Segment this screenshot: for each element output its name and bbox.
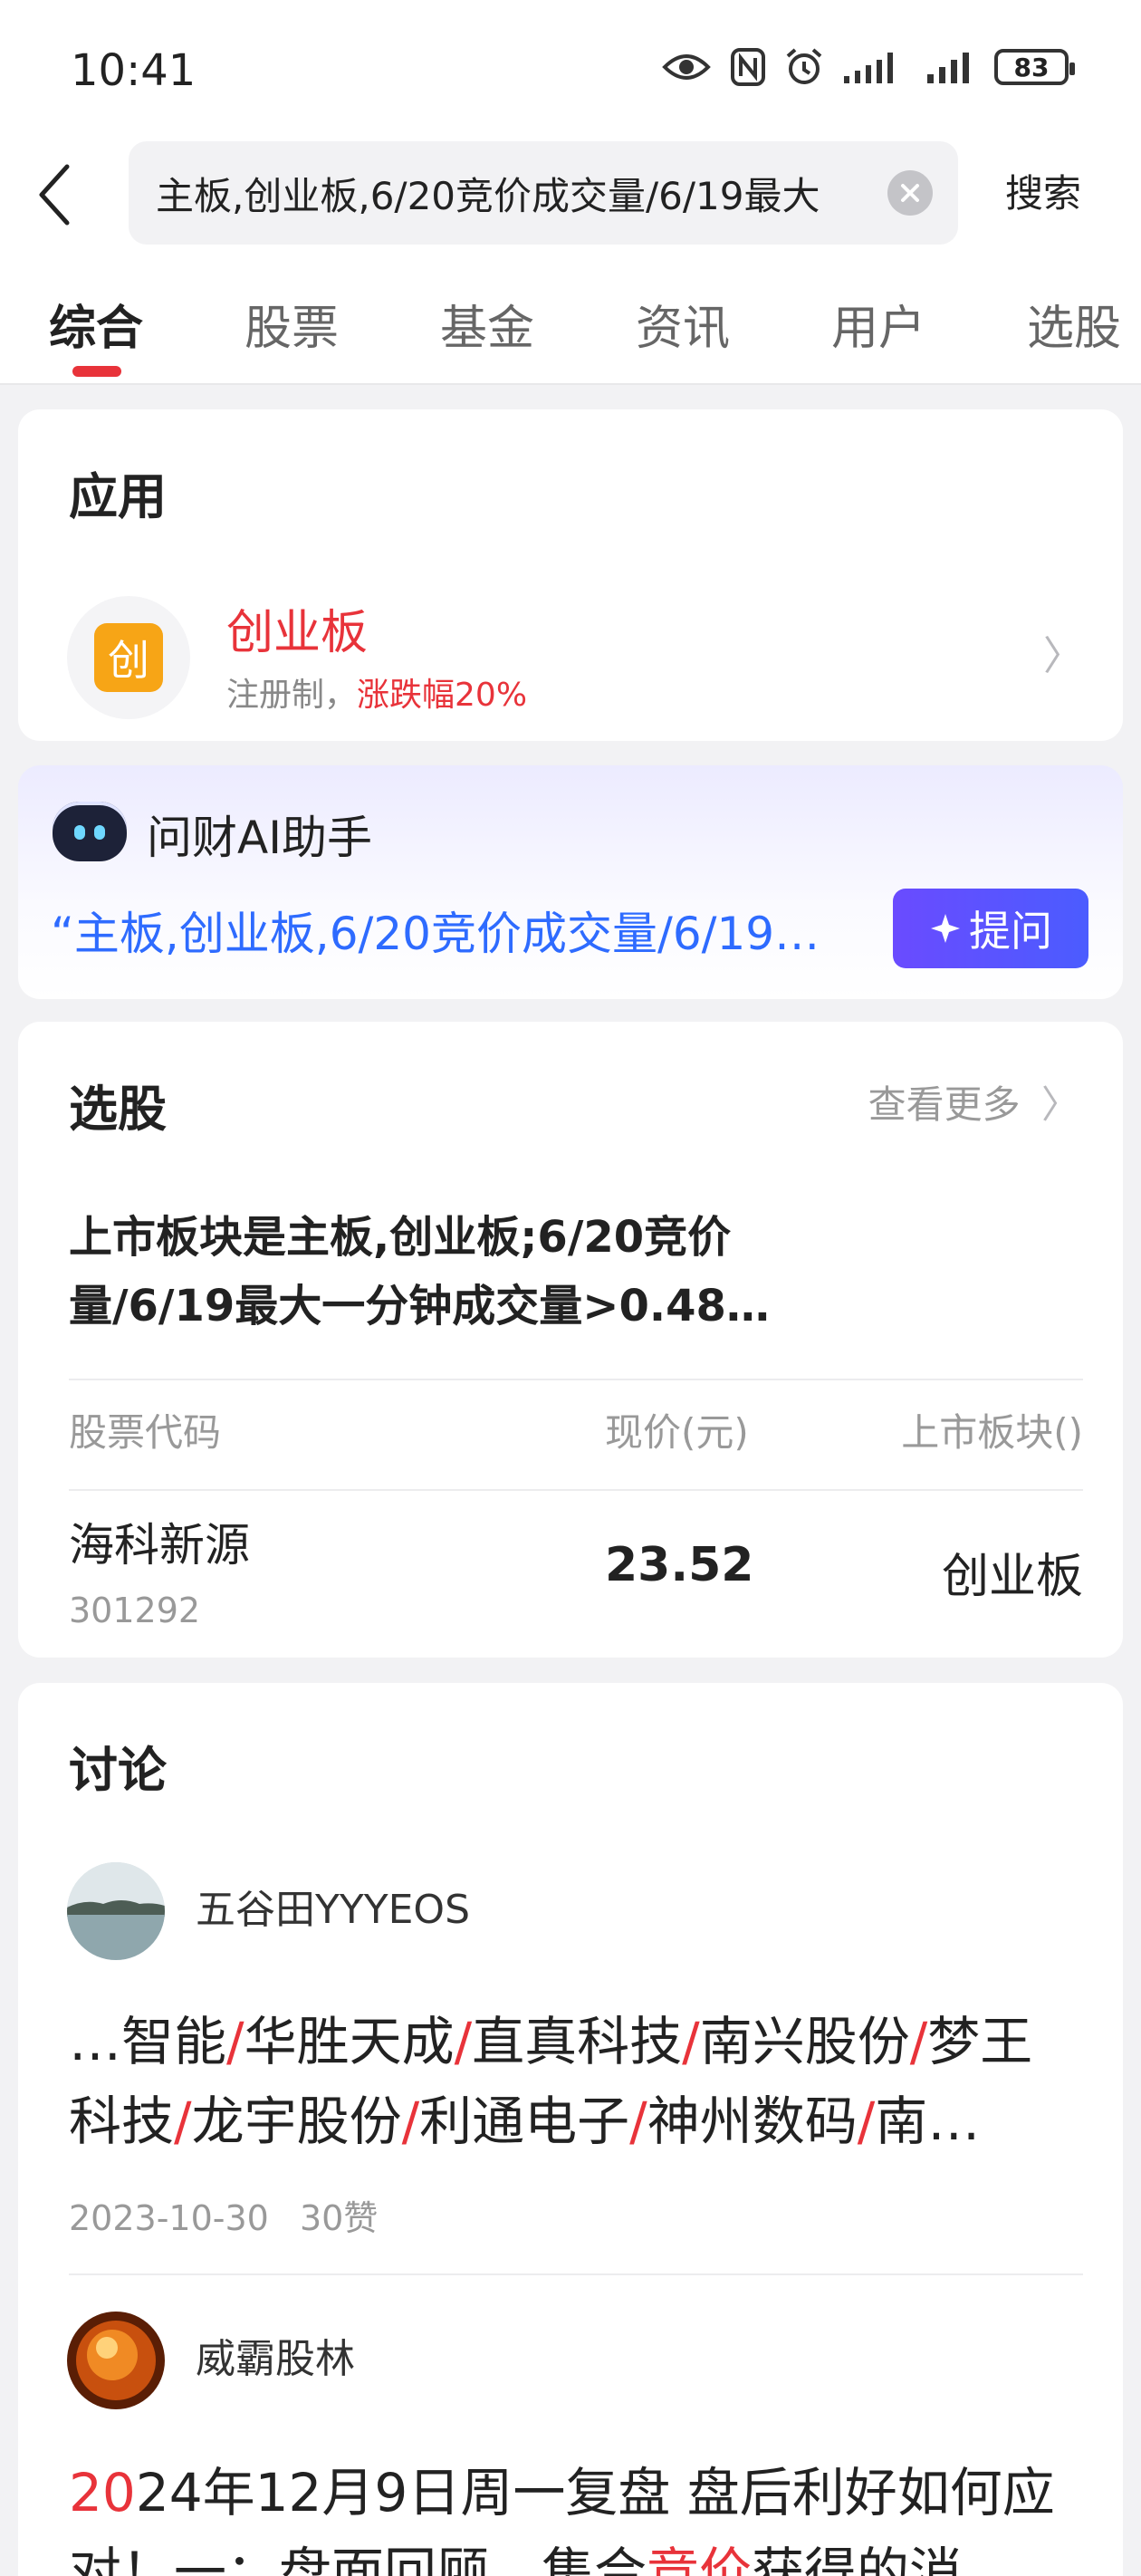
column-header-price: 现价(元) — [605, 1410, 749, 1455]
status-icons: 83 — [661, 47, 1075, 87]
tab-stock-picker[interactable]: 选股 — [1027, 290, 1121, 358]
chevron-left-icon — [39, 164, 70, 226]
discussion-card: 讨论 五谷田YYYEOS …智能/华胜天成/直真科技/南兴股份/梦王 科技/龙宇… — [18, 1683, 1123, 2576]
nfc-icon — [730, 47, 766, 87]
eye-icon — [661, 49, 712, 85]
status-bar: 10:41 83 — [0, 0, 1141, 136]
stock-code: 301292 — [69, 1591, 201, 1630]
tab-funds[interactable]: 基金 — [440, 290, 534, 358]
apps-card: 应用 创 创业板 注册制，涨跌幅20% 〉 — [18, 409, 1123, 741]
post-content: …智能/华胜天成/直真科技/南兴股份/梦王 科技/龙宇股份/利通电子/神州数码/… — [69, 2002, 1092, 2161]
alarm-icon — [784, 47, 824, 87]
avatar[interactable] — [67, 1862, 165, 1960]
apps-section-title: 应用 — [69, 468, 167, 525]
robot-icon — [53, 802, 127, 861]
tab-general[interactable]: 综合 — [49, 290, 143, 358]
column-header-board: 上市板块() — [901, 1410, 1083, 1455]
search-input[interactable]: 主板,创业板,6/20竞价成交量/6/19最大 — [156, 166, 862, 221]
chinext-app-icon: 创 — [94, 623, 163, 692]
view-more-label: 查看更多 — [868, 1082, 1021, 1127]
view-more-link[interactable]: 查看更多 〉 — [868, 1074, 1079, 1129]
clear-button[interactable] — [887, 170, 933, 216]
post-likes: 30赞 — [299, 2198, 379, 2238]
app-desc-prefix: 注册制， — [226, 677, 358, 714]
sparkle-icon — [931, 914, 960, 943]
post-line-1: …智能/华胜天成/直真科技/南兴股份/梦王 — [69, 2011, 1033, 2072]
search-box[interactable]: 主板,创业板,6/20竞价成交量/6/19最大 — [129, 141, 958, 245]
avatar[interactable] — [67, 2312, 165, 2409]
app-icon-wrapper: 创 — [67, 596, 190, 719]
chevron-right-icon: 〉 — [1040, 1082, 1079, 1127]
divider — [69, 1379, 1083, 1380]
query-line-2: 量/6/19最大一分钟成交量>0.48… — [69, 1281, 770, 1331]
tab-stocks[interactable]: 股票 — [244, 290, 339, 358]
post-line-2: 对！一：盘面回顾，集合竞价获得的消 — [69, 2542, 963, 2576]
app-name: 创业板 — [226, 606, 369, 660]
search-button[interactable]: 搜索 — [1005, 163, 1081, 218]
column-header-code: 股票代码 — [69, 1410, 222, 1455]
stock-board: 创业板 — [941, 1550, 1083, 1604]
status-time: 10:41 — [71, 45, 197, 96]
ai-assistant-title: 问财AI助手 — [147, 812, 372, 864]
active-tab-indicator — [72, 366, 121, 377]
tab-users[interactable]: 用户 — [831, 290, 925, 358]
app-description: 注册制，涨跌幅20% — [226, 668, 527, 716]
post-meta: 2023-10-30 30赞 — [69, 2190, 378, 2240]
post-date: 2023-10-30 — [69, 2198, 269, 2238]
query-line-1: 上市板块是主板,创业板;6/20竞价 — [69, 1212, 732, 1263]
ask-button[interactable]: 提问 — [893, 889, 1088, 968]
post-username[interactable]: 威霸股林 — [196, 2326, 355, 2384]
stock-query-text[interactable]: 上市板块是主板,创业板;6/20竞价 量/6/19最大一分钟成交量>0.48… — [69, 1203, 1047, 1341]
app-desc-highlight: 涨跌幅20% — [357, 677, 528, 714]
post-content: 2024年12月9日周一复盘 盘后利好如何应 对！一：盘面回顾，集合竞价获得的消 — [69, 2453, 1092, 2576]
search-header: 主板,创业板,6/20竞价成交量/6/19最大 搜索 — [0, 136, 1141, 254]
ai-assistant-card: 问财AI助手 “主板,创业板,6/20竞价成交量/6/19… 提问 — [18, 765, 1123, 999]
ai-suggested-question[interactable]: “主板,创业板,6/20竞价成交量/6/19… — [51, 898, 884, 963]
divider — [69, 1489, 1083, 1491]
stock-picker-card: 选股 查看更多 〉 上市板块是主板,创业板;6/20竞价 量/6/19最大一分钟… — [18, 1022, 1123, 1658]
back-button[interactable] — [27, 163, 82, 226]
signal-icon — [842, 49, 907, 85]
ask-button-label: 提问 — [969, 907, 1052, 956]
stock-name: 海科新源 — [69, 1519, 250, 1572]
tab-news[interactable]: 资讯 — [636, 290, 730, 358]
post-line-1: 2024年12月9日周一复盘 盘后利好如何应 — [69, 2462, 1055, 2523]
signal-icon-2 — [925, 49, 976, 85]
discussion-title: 讨论 — [69, 1742, 167, 1799]
battery-icon: 83 — [994, 49, 1075, 85]
post-username[interactable]: 五谷田YYYEOS — [196, 1877, 470, 1935]
close-icon — [901, 184, 919, 202]
post-line-2: 科技/龙宇股份/利通电子/神州数码/南… — [69, 2091, 981, 2152]
divider — [69, 2273, 1083, 2275]
stock-picker-title: 选股 — [69, 1081, 167, 1138]
chevron-right-icon: 〉 — [1043, 633, 1083, 679]
category-tabs: 综合 股票 基金 资讯 用户 选股 — [0, 254, 1141, 385]
stock-price: 23.52 — [605, 1538, 754, 1592]
